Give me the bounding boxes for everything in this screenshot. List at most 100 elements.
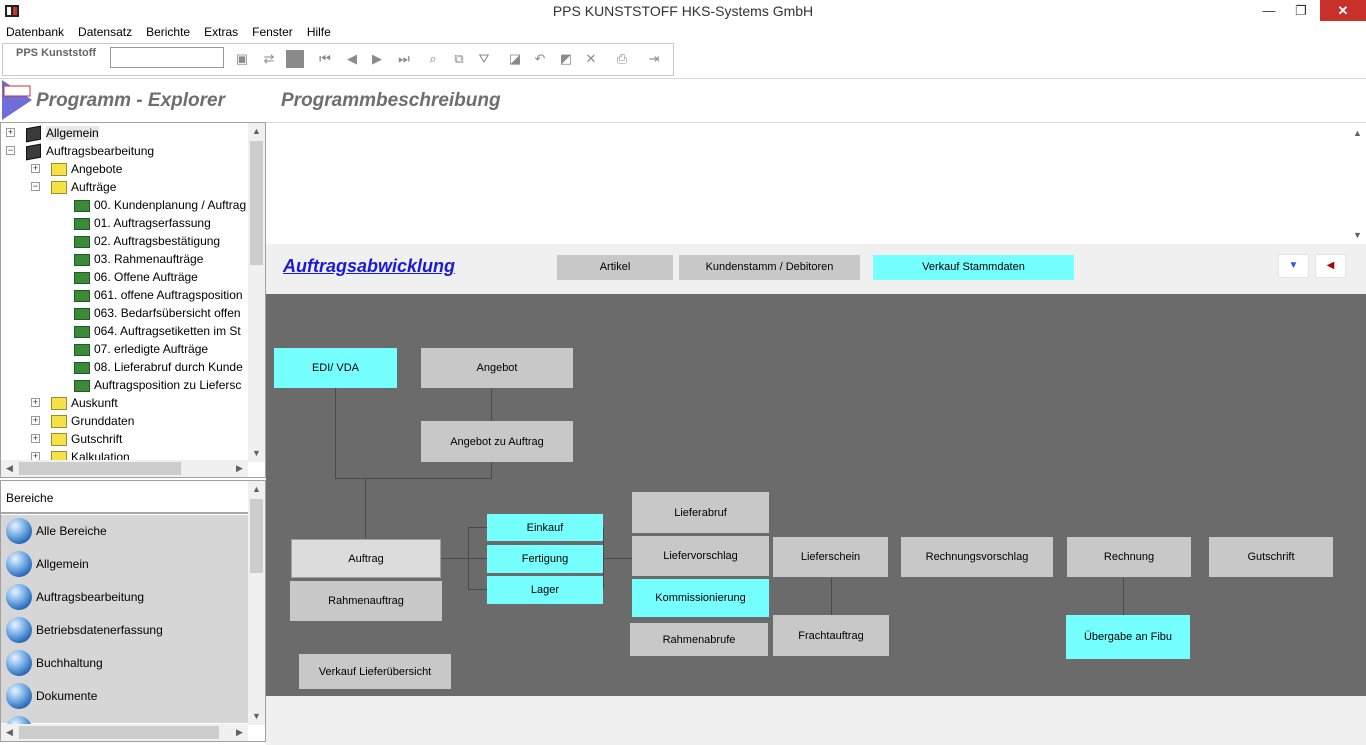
bereiche-vscroll-thumb[interactable] <box>250 499 263 573</box>
tree-item[interactable]: Angebote <box>51 160 122 178</box>
node-fertigung[interactable]: Fertigung <box>487 545 603 573</box>
bereich-item[interactable]: Allgemein <box>1 548 249 581</box>
node-lieferschein[interactable]: Lieferschein <box>773 537 888 577</box>
find-next-icon[interactable]: ⧉ <box>450 50 468 68</box>
node-rechnungsvorschlag[interactable]: Rechnungsvorschlag <box>901 537 1053 577</box>
first-record-icon[interactable]: ⏮ <box>316 50 334 68</box>
node-einkauf[interactable]: Einkauf <box>487 514 603 541</box>
scroll-right-icon[interactable]: ▶ <box>231 460 248 477</box>
node-liefervorschlag[interactable]: Liefervorschlag <box>632 536 769 576</box>
tree-item[interactable]: 01. Auftragserfassung <box>74 214 211 232</box>
tree-vscroll-thumb[interactable] <box>250 141 263 265</box>
node-lieferabruf[interactable]: Lieferabruf <box>632 492 769 533</box>
find-icon[interactable]: ⌕ <box>424 50 442 68</box>
expand-icon[interactable]: + <box>31 398 40 407</box>
menu-berichte[interactable]: Berichte <box>139 23 197 39</box>
scroll-left-icon[interactable]: ◀ <box>1 460 18 477</box>
menu-hilfe[interactable]: Hilfe <box>300 23 338 39</box>
tree-item[interactable]: Auftragsposition zu Liefersc <box>74 376 241 394</box>
refresh-icon[interactable]: ⇄ <box>260 50 278 68</box>
tree-item[interactable]: Auftragsbearbeitung <box>26 142 154 161</box>
bereich-item[interactable]: Buchhaltung <box>1 647 249 680</box>
scroll-down-icon[interactable]: ▼ <box>1349 227 1366 244</box>
tree-item[interactable]: 03. Rahmenaufträge <box>74 250 203 268</box>
node-gutschrift[interactable]: Gutschrift <box>1209 537 1333 577</box>
edit-icon[interactable]: ◪ <box>506 50 524 68</box>
maximize-button[interactable]: ❐ <box>1286 0 1316 21</box>
node-auftrag[interactable]: Auftrag <box>291 539 441 578</box>
tree-horizontal-scrollbar[interactable]: ◀ ▶ <box>1 460 248 477</box>
tree-item[interactable]: Grunddaten <box>51 412 134 430</box>
node-rahmenauftrag[interactable]: Rahmenauftrag <box>290 581 442 621</box>
node-kommissionierung[interactable]: Kommissionierung <box>632 579 769 617</box>
close-button[interactable]: ✕ <box>1320 0 1366 21</box>
menu-extras[interactable]: Extras <box>197 23 245 39</box>
triangle-down-icon[interactable]: ▼ <box>1278 254 1309 278</box>
scroll-up-icon[interactable]: ▲ <box>248 123 265 140</box>
menu-datenbank[interactable]: Datenbank <box>0 23 71 39</box>
tree-item[interactable]: 064. Auftragsetiketten im St <box>74 322 241 340</box>
filter-icon[interactable]: ⛛ <box>475 50 493 68</box>
expand-icon[interactable]: + <box>31 416 40 425</box>
expand-icon[interactable]: + <box>31 434 40 443</box>
tree-item[interactable]: 061. offene Auftragsposition <box>74 286 243 304</box>
exit-icon[interactable]: ⇥ <box>645 50 663 68</box>
node-angebot[interactable]: Angebot <box>421 348 573 388</box>
triangle-left-icon[interactable]: ◀ <box>1315 254 1346 278</box>
print-icon[interactable]: ⎙ <box>613 50 631 68</box>
scroll-down-icon[interactable]: ▼ <box>248 708 265 725</box>
node-frachtauftrag[interactable]: Frachtauftrag <box>773 615 889 656</box>
tree-vertical-scrollbar[interactable]: ▲ ▼ <box>248 123 265 462</box>
bereich-item[interactable]: Dokumente <box>1 680 249 713</box>
tree-item[interactable]: 02. Auftragsbestätigung <box>74 232 220 250</box>
bereiche-vertical-scrollbar[interactable]: ▲ ▼ <box>248 481 265 725</box>
bereich-item[interactable]: Alle Bereiche <box>1 515 249 548</box>
toolbar-search-input[interactable] <box>110 47 224 68</box>
verkauf-stammdaten-button[interactable]: Verkauf Stammdaten <box>873 255 1074 280</box>
tree-item[interactable]: 06. Offene Aufträge <box>74 268 198 286</box>
bereiche-hscroll-thumb[interactable] <box>19 726 219 739</box>
scroll-down-icon[interactable]: ▼ <box>248 445 265 462</box>
description-scrollbar[interactable]: ▲ ▼ <box>1349 123 1366 245</box>
undo-icon[interactable]: ↶ <box>531 50 549 68</box>
delete-icon[interactable]: ✕ <box>582 50 600 68</box>
tree-item[interactable]: Allgemein <box>26 124 99 143</box>
node-verkauf-lieferuebersicht[interactable]: Verkauf Lieferübersicht <box>299 654 451 689</box>
previous-record-icon[interactable]: ◀ <box>343 50 361 68</box>
bereich-item[interactable]: Betriebsdatenerfassung <box>1 614 249 647</box>
menu-fenster[interactable]: Fenster <box>245 23 300 39</box>
kundenstamm-button[interactable]: Kundenstamm / Debitoren <box>679 255 860 280</box>
tree-item[interactable]: Auskunft <box>51 394 118 412</box>
bereiche-horizontal-scrollbar[interactable]: ◀ ▶ <box>1 724 248 741</box>
tree-item[interactable]: Gutschrift <box>51 430 122 448</box>
node-angebot-zu-auftrag[interactable]: Angebot zu Auftrag <box>421 421 573 462</box>
new-record-icon[interactable]: ▣ <box>233 50 251 68</box>
node-lager[interactable]: Lager <box>487 576 603 604</box>
next-record-icon[interactable]: ▶ <box>368 50 386 68</box>
tree-item[interactable]: 07. erledigte Aufträge <box>74 340 208 358</box>
artikel-button[interactable]: Artikel <box>557 255 673 280</box>
scroll-right-icon[interactable]: ▶ <box>231 724 248 741</box>
expand-icon[interactable]: + <box>6 128 15 137</box>
node-uebergabe-fibu[interactable]: Übergabe an Fibu <box>1066 615 1190 659</box>
node-edi-vda[interactable]: EDI/ VDA <box>274 348 397 388</box>
collapse-icon[interactable]: − <box>31 182 40 191</box>
tree-item[interactable]: Aufträge <box>51 178 116 196</box>
tree-item[interactable]: 08. Lieferabruf durch Kunde <box>74 358 243 376</box>
tree-item[interactable]: 00. Kundenplanung / Auftrag <box>74 196 246 214</box>
expand-icon[interactable]: + <box>31 164 40 173</box>
scroll-up-icon[interactable]: ▲ <box>1349 125 1366 142</box>
collapse-icon[interactable]: − <box>6 146 15 155</box>
menu-datensatz[interactable]: Datensatz <box>71 23 139 39</box>
tree-item[interactable]: 063. Bedarfsübersicht offen <box>74 304 241 322</box>
stop-icon[interactable] <box>286 50 304 68</box>
scroll-left-icon[interactable]: ◀ <box>1 724 18 741</box>
node-rechnung[interactable]: Rechnung <box>1067 537 1191 577</box>
bereich-item[interactable]: Auftragsbearbeitung <box>1 581 249 614</box>
save-icon[interactable]: ◩ <box>557 50 575 68</box>
tree-hscroll-thumb[interactable] <box>19 462 181 475</box>
last-record-icon[interactable]: ⏭ <box>395 50 413 68</box>
minimize-button[interactable]: — <box>1254 0 1284 21</box>
diagram-title[interactable]: Auftragsabwicklung <box>283 256 455 277</box>
scroll-up-icon[interactable]: ▲ <box>248 481 265 498</box>
